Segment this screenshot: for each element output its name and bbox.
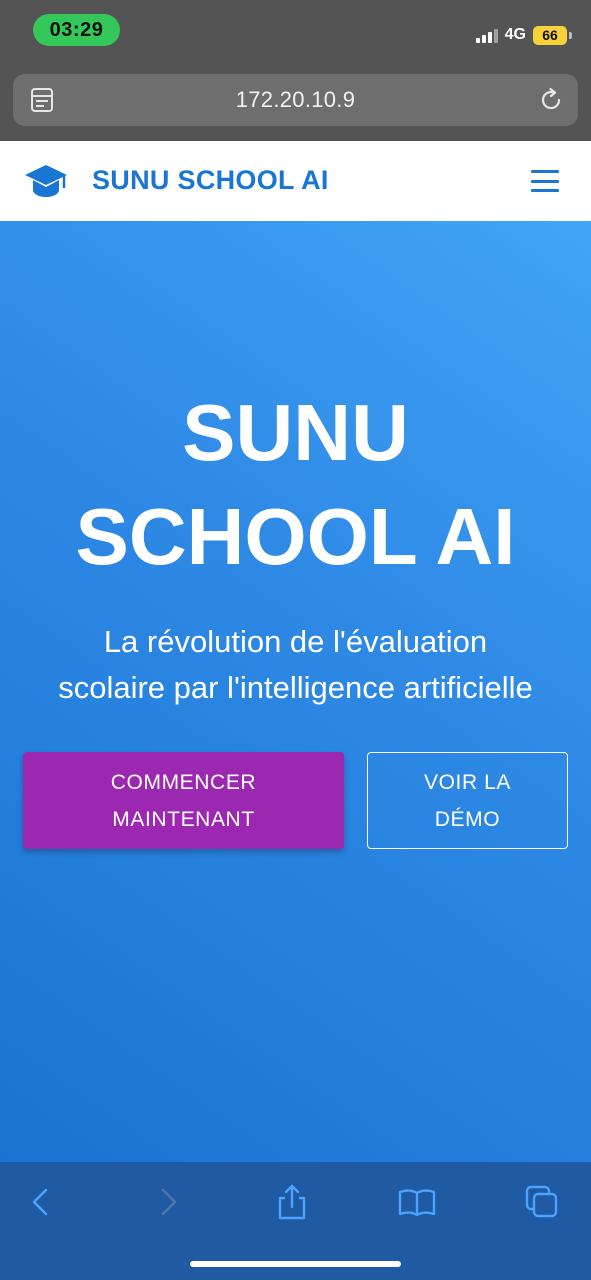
status-indicators: 4G 66 bbox=[475, 22, 572, 48]
start-now-line2: MAINTENANT bbox=[112, 807, 255, 831]
hero-title-line1: SUNU bbox=[182, 388, 409, 477]
url-text[interactable]: 172.20.10.9 bbox=[13, 87, 578, 113]
hero-subtitle: La révolution de l'évaluation scolaire p… bbox=[20, 619, 571, 711]
view-demo-line1: VOIR LA bbox=[423, 770, 512, 794]
start-now-button[interactable]: COMMENCER MAINTENANT bbox=[23, 752, 344, 849]
share-icon[interactable] bbox=[272, 1182, 312, 1222]
hero-subtitle-line2: scolaire par l'intelligence artificielle bbox=[58, 670, 533, 705]
brand-title[interactable]: SUNU SCHOOL AI bbox=[92, 165, 329, 196]
app-header: SUNU SCHOOL AI bbox=[0, 141, 591, 221]
battery-icon: 66 bbox=[533, 25, 572, 45]
hamburger-menu-icon[interactable] bbox=[531, 170, 559, 192]
hero-title: SUNU SCHOOL AI bbox=[0, 381, 591, 589]
start-now-line1: COMMENCER bbox=[110, 770, 257, 794]
back-icon[interactable] bbox=[21, 1182, 61, 1222]
reload-icon[interactable] bbox=[538, 87, 564, 113]
address-bar[interactable]: 172.20.10.9 bbox=[13, 74, 578, 126]
status-time: 03:29 bbox=[33, 14, 120, 46]
battery-level: 66 bbox=[542, 27, 558, 43]
browser-chrome: 03:29 4G 66 172.20.10.9 bbox=[0, 0, 591, 141]
home-indicator[interactable] bbox=[190, 1261, 401, 1267]
hero-subtitle-line1: La révolution de l'évaluation bbox=[103, 624, 488, 659]
hero-title-line2: SCHOOL AI bbox=[75, 492, 516, 581]
view-demo-line2: DÉMO bbox=[434, 807, 501, 831]
network-label: 4G bbox=[504, 26, 526, 43]
forward-icon[interactable] bbox=[148, 1182, 188, 1222]
tabs-icon[interactable] bbox=[522, 1182, 562, 1222]
graduation-cap-icon[interactable] bbox=[24, 161, 68, 201]
signal-icon bbox=[475, 27, 498, 43]
view-demo-button[interactable]: VOIR LA DÉMO bbox=[367, 752, 568, 849]
hero-section: SUNU SCHOOL AI La révolution de l'évalua… bbox=[0, 221, 591, 1162]
bookmarks-icon[interactable] bbox=[397, 1182, 437, 1222]
